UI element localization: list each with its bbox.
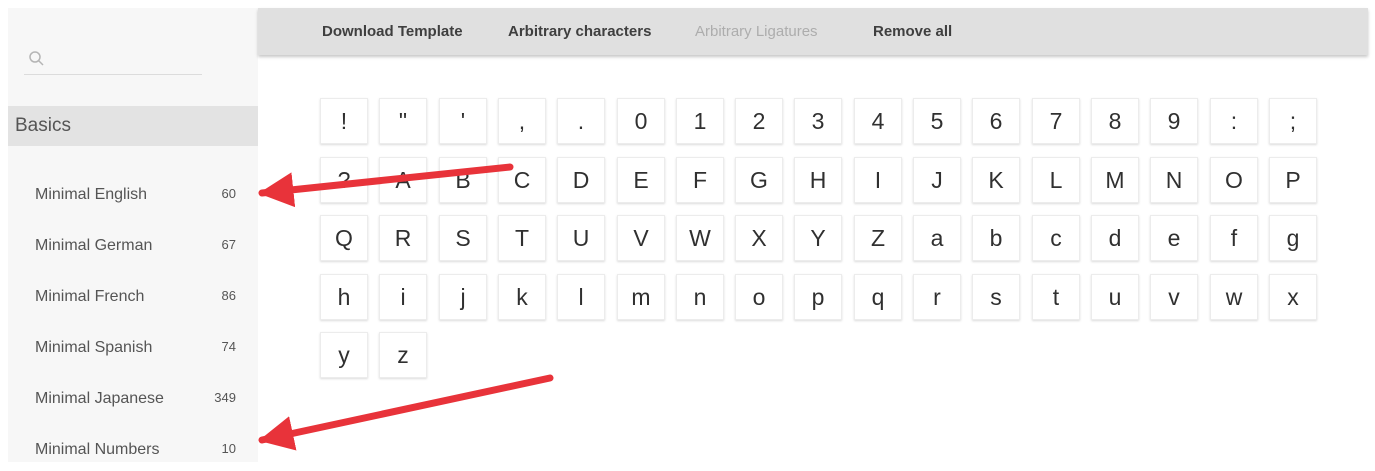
set-name: Minimal English	[35, 186, 148, 203]
glyph-tile[interactable]: e	[1150, 215, 1198, 261]
glyph-tile[interactable]: D	[557, 157, 605, 203]
glyph-tile[interactable]: Y	[794, 215, 842, 261]
glyph-tile[interactable]: s	[972, 274, 1020, 320]
glyph-tile[interactable]: 3	[794, 98, 842, 144]
glyph-tile[interactable]: 5	[913, 98, 961, 144]
glyph-tile[interactable]: 6	[972, 98, 1020, 144]
glyph-tile[interactable]: h	[320, 274, 368, 320]
glyph-tile[interactable]: n	[676, 274, 724, 320]
glyph-tile[interactable]: i	[379, 274, 427, 320]
glyph-tile[interactable]: w	[1210, 274, 1258, 320]
glyph-tile[interactable]: ?	[320, 157, 368, 203]
glyph-tile[interactable]: V	[617, 215, 665, 261]
remove-all-button[interactable]: Remove all	[873, 23, 952, 40]
glyph-tile[interactable]: j	[439, 274, 487, 320]
glyph-tile[interactable]: g	[1269, 215, 1317, 261]
glyph-tile[interactable]: S	[439, 215, 487, 261]
glyph-tile[interactable]: m	[617, 274, 665, 320]
glyph-tile[interactable]: H	[794, 157, 842, 203]
set-name: Minimal Spanish	[35, 339, 153, 356]
glyph-tile[interactable]: f	[1210, 215, 1258, 261]
set-name: Minimal German	[35, 237, 153, 254]
glyph-tile[interactable]: E	[617, 157, 665, 203]
glyph-tile[interactable]: R	[379, 215, 427, 261]
glyph-tile[interactable]: 1	[676, 98, 724, 144]
glyph-tile[interactable]: x	[1269, 274, 1317, 320]
glyph-tile[interactable]: a	[913, 215, 961, 261]
set-item-minimal-german[interactable]: Minimal German 67	[8, 227, 258, 267]
glyph-tile[interactable]: ,	[498, 98, 546, 144]
set-name: Minimal Numbers	[35, 441, 160, 458]
glyph-tile[interactable]: z	[379, 332, 427, 378]
toolbar: Download Template Arbitrary characters A…	[258, 8, 1368, 55]
glyph-tile[interactable]: t	[1032, 274, 1080, 320]
set-item-minimal-french[interactable]: Minimal French 86	[8, 278, 258, 318]
set-count: 60	[221, 186, 236, 201]
glyph-tile[interactable]: L	[1032, 157, 1080, 203]
glyph-tile[interactable]: X	[735, 215, 783, 261]
set-name: Minimal French	[35, 288, 145, 305]
set-item-minimal-japanese[interactable]: Minimal Japanese 349	[8, 380, 258, 420]
glyph-tile[interactable]: N	[1150, 157, 1198, 203]
glyph-tile[interactable]: 4	[854, 98, 902, 144]
glyph-tile[interactable]: :	[1210, 98, 1258, 144]
glyph-tile[interactable]: B	[439, 157, 487, 203]
set-item-minimal-english[interactable]: Minimal English 60	[8, 176, 258, 216]
glyph-tile[interactable]: 8	[1091, 98, 1139, 144]
glyph-tile[interactable]: .	[557, 98, 605, 144]
set-count: 74	[221, 339, 236, 354]
search-icon	[28, 50, 46, 68]
glyph-tile[interactable]: J	[913, 157, 961, 203]
glyph-tile[interactable]: Q	[320, 215, 368, 261]
glyph-tile[interactable]: !	[320, 98, 368, 144]
glyph-tile[interactable]: U	[557, 215, 605, 261]
sidebar: Basics Minimal English 60 Minimal German…	[8, 8, 258, 462]
glyph-tile[interactable]: C	[498, 157, 546, 203]
glyph-tile[interactable]: O	[1210, 157, 1258, 203]
glyph-tile[interactable]: I	[854, 157, 902, 203]
set-name: Minimal Japanese	[35, 390, 164, 407]
glyph-tile[interactable]: Z	[854, 215, 902, 261]
download-template-button[interactable]: Download Template	[322, 23, 463, 40]
arbitrary-ligatures-button[interactable]: Arbitrary Ligatures	[695, 23, 818, 40]
glyph-tile[interactable]: c	[1032, 215, 1080, 261]
glyph-tile[interactable]: l	[557, 274, 605, 320]
glyph-tile[interactable]: G	[735, 157, 783, 203]
glyph-tile[interactable]: 9	[1150, 98, 1198, 144]
glyph-tile[interactable]: 2	[735, 98, 783, 144]
glyph-tile[interactable]: W	[676, 215, 724, 261]
search-input[interactable]	[24, 46, 202, 75]
glyph-tile[interactable]: u	[1091, 274, 1139, 320]
glyph-tile[interactable]: P	[1269, 157, 1317, 203]
glyph-tile[interactable]: r	[913, 274, 961, 320]
glyph-tile[interactable]: v	[1150, 274, 1198, 320]
glyph-tile[interactable]: '	[439, 98, 487, 144]
glyph-tile[interactable]: d	[1091, 215, 1139, 261]
glyph-tile[interactable]: ;	[1269, 98, 1317, 144]
arbitrary-characters-button[interactable]: Arbitrary characters	[508, 23, 651, 40]
glyph-tile[interactable]: T	[498, 215, 546, 261]
glyph-tile[interactable]: q	[854, 274, 902, 320]
set-item-minimal-numbers[interactable]: Minimal Numbers 10	[8, 431, 258, 471]
set-count: 10	[221, 441, 236, 456]
glyph-tile[interactable]: "	[379, 98, 427, 144]
glyph-tile[interactable]: o	[735, 274, 783, 320]
glyph-tile[interactable]: k	[498, 274, 546, 320]
set-item-minimal-spanish[interactable]: Minimal Spanish 74	[8, 329, 258, 369]
set-count: 349	[214, 390, 236, 405]
glyph-tile[interactable]: b	[972, 215, 1020, 261]
glyph-tile[interactable]: 0	[617, 98, 665, 144]
arrow-to-minimal-numbers	[258, 374, 554, 451]
section-header-basics[interactable]: Basics	[8, 106, 258, 146]
glyph-tile[interactable]: M	[1091, 157, 1139, 203]
set-count: 86	[221, 288, 236, 303]
glyph-tile[interactable]: p	[794, 274, 842, 320]
glyph-tile[interactable]: K	[972, 157, 1020, 203]
glyph-tile[interactable]: 7	[1032, 98, 1080, 144]
glyph-tile[interactable]: A	[379, 157, 427, 203]
glyph-tile[interactable]: F	[676, 157, 724, 203]
set-count: 67	[221, 237, 236, 252]
glyph-tile[interactable]: y	[320, 332, 368, 378]
